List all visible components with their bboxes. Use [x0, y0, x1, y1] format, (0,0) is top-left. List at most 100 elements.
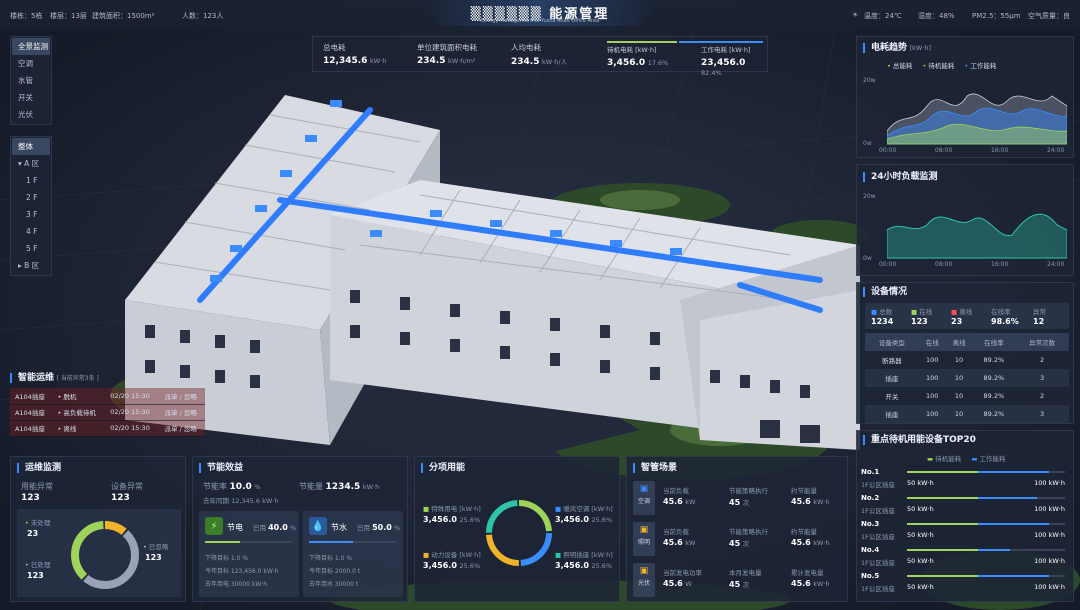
device-table-header: 设备类型 在线 离线 在线率 异常次数: [865, 333, 1069, 351]
scope-5f[interactable]: 5 F: [12, 240, 50, 257]
water-progress: [309, 541, 397, 543]
device-title: 设备情况: [863, 287, 908, 297]
scene-icon: ▣: [639, 525, 649, 535]
water-used-unit: %: [393, 524, 401, 532]
table-row[interactable]: 插座 100 10 89.2% 3: [865, 369, 1069, 387]
sum-total-value: 1234: [871, 317, 894, 326]
list-item[interactable]: No.4 1F公区插座 50 kW·h 100 kW·h: [861, 545, 1069, 571]
list-item[interactable]: No.5 1F公区插座 50 kW·h 100 kW·h: [861, 571, 1069, 597]
split-hvac-label: 暖风空调 [kW·h]: [563, 505, 613, 513]
nav-water[interactable]: 水管: [12, 72, 50, 89]
scene-row[interactable]: ▣ 照明 当前负载 45.6 kW 节能策略执行 45 次约节能量 45.6 kW·h: [633, 520, 843, 559]
top20-legend: ▬ 待机能耗 ▬ 工作能耗: [927, 455, 1006, 463]
scene-icon-box: ▣ 空调: [633, 481, 655, 515]
saving-title: 节能效益: [199, 463, 244, 473]
load-ybot: 0w: [863, 255, 872, 262]
load-x0: 00:00: [879, 261, 897, 268]
split-energy-panel: 分项用能 ■ 特殊用电 [kW·h] 3,456.0 25.6% ■ 暖风空调 …: [414, 456, 620, 602]
sum-rate-label: 在线率: [991, 308, 1011, 316]
legend-total: 总能耗: [892, 62, 913, 70]
alarm-action[interactable]: 派单 / 忽略: [159, 420, 205, 437]
split-title: 分项用能: [421, 463, 466, 473]
scope-2f[interactable]: 2 F: [12, 189, 50, 206]
alarm-action[interactable]: 派单 / 忽略: [159, 404, 205, 421]
load-ytop: 20w: [863, 193, 876, 200]
table-row[interactable]: 断路器 100 10 89.2% 2: [865, 351, 1069, 369]
elec-card: ⚡ 节电 已用 40.0 % 下降目标 1.0 % 今年目标 123,456.0…: [199, 511, 299, 597]
split-ring-chart[interactable]: [483, 497, 555, 569]
top20-title: 重点待机用能设备TOP20: [863, 435, 976, 445]
trend-chart[interactable]: [887, 81, 1067, 145]
rate-unit: %: [254, 483, 261, 491]
rate-value: 10.0: [229, 482, 252, 492]
scope-zone-a[interactable]: ▾ A 区: [12, 155, 50, 172]
work-value: 23,456.0: [701, 58, 746, 68]
per-capita-label: 人均电耗: [511, 43, 541, 52]
water-label: 节水: [331, 523, 347, 532]
nav-aircon[interactable]: 空调: [12, 55, 50, 72]
split-special-value: 3,456.0: [423, 515, 457, 524]
list-item[interactable]: No.1 1F公区插座 50 kW·h 100 kW·h: [861, 467, 1069, 493]
elec-used: 40.0: [268, 523, 288, 532]
split-special-pct: 25.6%: [459, 516, 481, 524]
table-row[interactable]: A104插座 • 高负载待机 02/20 15:30 派单 / 忽略: [10, 404, 205, 421]
nav-solar[interactable]: 光伏: [12, 106, 50, 123]
total-energy-label: 总电耗: [323, 43, 346, 52]
sum-offline-label: 离线: [959, 308, 973, 316]
table-row[interactable]: 插座 100 10 89.2% 3: [865, 405, 1069, 423]
saving-panel: 节能效益 节能率 10.0 % 节能量 1234.5 kW·h 去年同期 12,…: [192, 456, 408, 602]
scope-all[interactable]: 整体: [12, 138, 50, 155]
work-label: 工作电耗 [kW·h]: [701, 46, 751, 54]
humidity: 湿度：48%: [918, 12, 955, 20]
table-row[interactable]: A104插座 • 脱机 02/20 15:30 派单 / 忽略: [10, 388, 205, 405]
scope-menu: 整体 ▾ A 区 1 F 2 F 3 F 4 F 5 F ▸ B 区: [10, 136, 52, 276]
scope-1f[interactable]: 1 F: [12, 172, 50, 189]
list-item[interactable]: No.3 1F公区插座 50 kW·h 100 kW·h: [861, 519, 1069, 545]
device-summary: ■ 总数 1234 ■ 在线 123 ■ 离线 23 在线率 98.6% 异常 …: [865, 303, 1069, 329]
legend-work: 工作能耗: [970, 62, 997, 70]
split-light-value: 3,456.0: [555, 561, 589, 570]
page-subtitle: Energy Management of Yusha Road Office A…: [481, 18, 599, 24]
trend-ytop: 20w: [863, 77, 876, 84]
scene-row[interactable]: ▣ 空调 当前负载 45.6 kW 节能策略执行 45 次约节能量 45.6 kW·h: [633, 479, 843, 518]
trend-x1: 08:00: [935, 147, 953, 154]
top20-bar: [907, 523, 1065, 525]
per-capita-value: 234.5: [511, 57, 540, 67]
trend-unit: [kW·h]: [909, 44, 932, 52]
unit-area-value: 234.5: [417, 56, 446, 66]
elec-progress: [205, 541, 293, 543]
amount-unit: kW·h: [362, 483, 380, 491]
trend-ybot: 0w: [863, 140, 872, 147]
elec-used-label: 已用: [253, 524, 266, 532]
scene-row[interactable]: ▣ 光伏 当前发电功率 45.6 W 本月发电量 45 次累计发电量 45.6 kW·h: [633, 561, 843, 600]
alarm-action[interactable]: 派单 / 忽略: [159, 388, 205, 405]
scope-3f[interactable]: 3 F: [12, 206, 50, 223]
total-energy-value: 12,345.6: [323, 56, 368, 66]
per-capita-unit: kW·h/人: [542, 58, 568, 66]
nav-switch[interactable]: 开关: [12, 89, 50, 106]
trend-x3: 24:00: [1047, 147, 1065, 154]
nav-panorama[interactable]: 全景监测: [12, 38, 50, 55]
load-chart[interactable]: [887, 195, 1067, 259]
table-row[interactable]: A104插座 • 离线 02/20 15:30 派单 / 忽略: [10, 420, 205, 437]
air-quality: 空气质量：良: [1028, 12, 1070, 20]
top20-list: No.1 1F公区插座 50 kW·h 100 kW·h No.2 1F公区插座 50 kW…: [861, 467, 1069, 597]
load-title: 24小时负载监测: [863, 172, 938, 182]
table-row[interactable]: 开关 100 10 89.2% 2: [865, 387, 1069, 405]
standby-value: 3,456.0: [607, 58, 646, 68]
legend-work-top: 工作能耗: [979, 455, 1006, 463]
building-count: 楼栋：5栋: [10, 12, 43, 20]
smart-note: [ 当前异常3条 ]: [56, 375, 99, 382]
smart-ops-panel: 智能运维 [ 当前异常3条 ] A104插座 • 脱机 02/20 15:30 派单 …: [10, 370, 205, 444]
ops-ring-chart[interactable]: [65, 515, 145, 595]
list-item[interactable]: No.2 1F公区插座 50 kW·h 100 kW·h: [861, 493, 1069, 519]
load-x2: 16:00: [991, 261, 1009, 268]
last-year: 去年同期 12,345.6 kW·h: [203, 497, 279, 505]
total-energy-unit: kW·h: [369, 57, 387, 65]
top20-panel: 重点待机用能设备TOP20 ▬ 待机能耗 ▬ 工作能耗 No.1 1F公区插座 50…: [856, 430, 1074, 602]
scope-4f[interactable]: 4 F: [12, 223, 50, 240]
scope-zone-b[interactable]: ▸ B 区: [12, 257, 50, 274]
trend-legend: • 总能耗 • 待机能耗 • 工作能耗: [887, 62, 997, 70]
scene-icon: ▣: [639, 566, 649, 576]
split-light-pct: 25.6%: [591, 562, 613, 570]
